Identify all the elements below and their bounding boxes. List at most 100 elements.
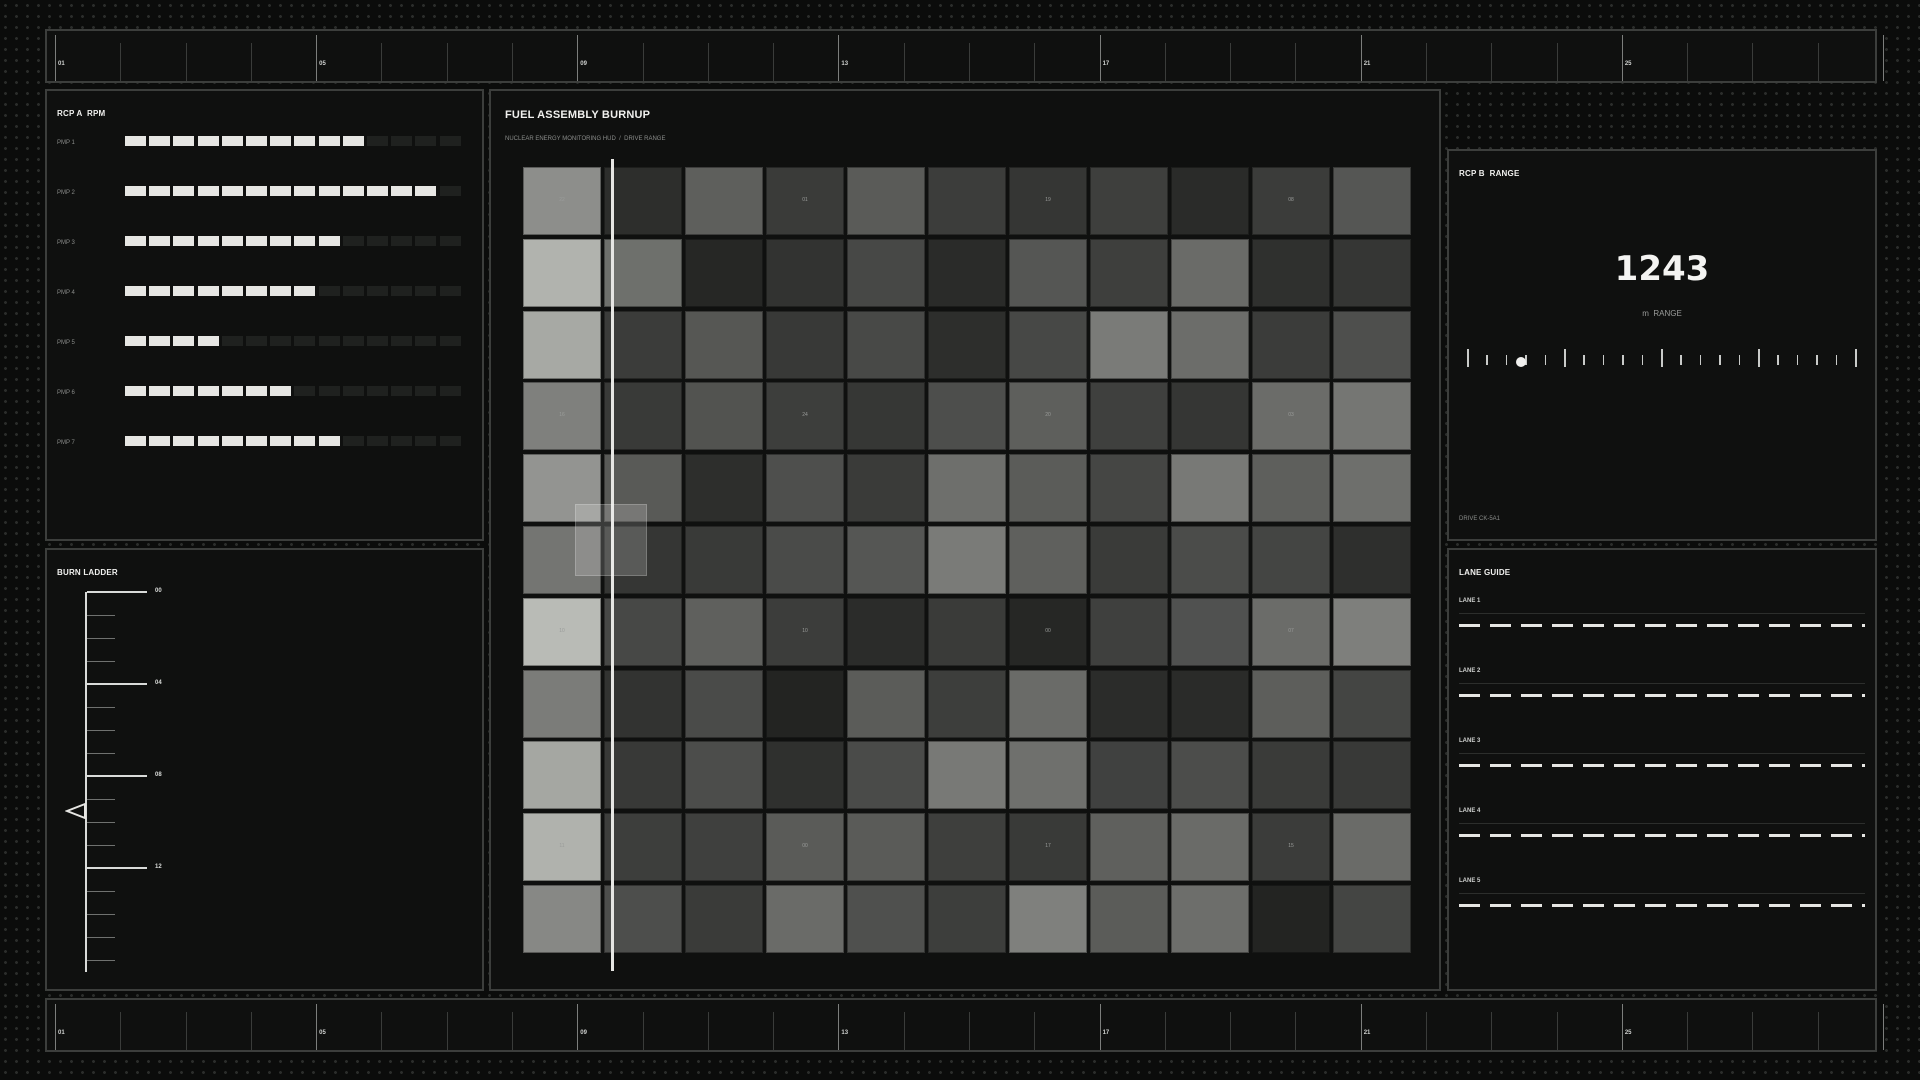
assembly-cell[interactable] [1009,526,1087,594]
assembly-cell[interactable] [928,382,1006,451]
assembly-cell[interactable] [847,669,925,738]
assembly-cell[interactable] [1252,669,1330,738]
assembly-cell[interactable] [604,310,682,379]
assembly-cell[interactable] [1333,382,1411,451]
assembly-cell[interactable] [766,238,844,307]
assembly-cell[interactable] [1171,238,1249,307]
assembly-cell[interactable] [766,885,844,953]
assembly-cell[interactable] [1171,885,1249,953]
assembly-cell[interactable] [928,526,1006,594]
assembly-cell[interactable] [847,382,925,451]
assembly-cell[interactable] [604,597,682,666]
assembly-cell[interactable] [523,310,601,379]
assembly-cell[interactable] [1090,167,1168,235]
assembly-cell[interactable] [1171,382,1249,451]
assembly-cell[interactable] [847,885,925,953]
assembly-cell[interactable] [928,454,1006,523]
range-dial[interactable] [1467,347,1859,377]
assembly-cell[interactable] [1252,238,1330,307]
assembly-cell[interactable] [1171,669,1249,738]
assembly-cell[interactable] [1009,669,1087,738]
assembly-cell[interactable] [847,310,925,379]
assembly-cell[interactable] [1171,597,1249,666]
assembly-cell[interactable] [1090,310,1168,379]
assembly-cell[interactable] [1090,454,1168,523]
assembly-cell[interactable] [847,813,925,882]
assembly-cell[interactable] [928,167,1006,235]
assembly-cell[interactable] [1333,310,1411,379]
assembly-cell[interactable] [847,741,925,810]
assembly-cell[interactable] [1090,526,1168,594]
assembly-cell[interactable] [1252,454,1330,523]
assembly-cell[interactable] [523,669,601,738]
assembly-cell[interactable] [523,741,601,810]
assembly-cell[interactable] [1171,813,1249,882]
assembly-cell[interactable] [1171,167,1249,235]
assembly-cell[interactable] [928,813,1006,882]
assembly-cell[interactable] [766,741,844,810]
assembly-cell[interactable] [1171,526,1249,594]
assembly-cell[interactable] [1333,454,1411,523]
assembly-cell[interactable] [1009,238,1087,307]
lane-dash-line[interactable] [1459,694,1865,697]
assembly-cell[interactable] [685,669,763,738]
assembly-cell[interactable] [685,454,763,523]
assembly-cell[interactable] [1171,741,1249,810]
assembly-cell[interactable] [1090,382,1168,451]
assembly-cell[interactable] [847,238,925,307]
assembly-cell[interactable] [685,167,763,235]
assembly-cell[interactable] [685,310,763,379]
assembly-cell[interactable] [523,885,601,953]
assembly-cell[interactable] [1090,238,1168,307]
assembly-cell[interactable] [604,167,682,235]
assembly-cell[interactable] [604,669,682,738]
assembly-cell[interactable] [685,526,763,594]
assembly-cell[interactable] [1333,669,1411,738]
assembly-cell[interactable] [1009,310,1087,379]
assembly-cell[interactable] [685,741,763,810]
assembly-cell[interactable] [604,741,682,810]
lane-dash-line[interactable] [1459,834,1865,837]
assembly-cell[interactable] [766,669,844,738]
ladder-marker-icon[interactable] [64,802,87,824]
assembly-cell[interactable] [1252,885,1330,953]
assembly-cell[interactable] [847,167,925,235]
assembly-cell[interactable] [604,885,682,953]
assembly-cell[interactable] [766,526,844,594]
assembly-cell[interactable] [1333,885,1411,953]
lane-dash-line[interactable] [1459,624,1865,627]
assembly-cell[interactable] [847,526,925,594]
assembly-cell[interactable] [1171,454,1249,523]
assembly-cell[interactable] [1333,597,1411,666]
dial-indicator[interactable] [1516,357,1527,367]
assembly-cell[interactable] [928,669,1006,738]
assembly-cell[interactable] [523,238,601,307]
assembly-cell[interactable] [685,382,763,451]
assembly-cell[interactable] [928,741,1006,810]
assembly-cell[interactable] [1333,238,1411,307]
assembly-cell[interactable] [1252,526,1330,594]
assembly-cell[interactable] [604,813,682,882]
assembly-cell[interactable] [1009,885,1087,953]
assembly-cell[interactable] [685,813,763,882]
assembly-cell[interactable] [1333,741,1411,810]
assembly-cell[interactable] [604,382,682,451]
assembly-cell[interactable] [1333,813,1411,882]
assembly-cell[interactable] [766,310,844,379]
assembly-cell[interactable] [928,885,1006,953]
assembly-cell[interactable] [928,238,1006,307]
assembly-cell[interactable] [1090,669,1168,738]
assembly-cell[interactable] [685,885,763,953]
assembly-cell[interactable] [1009,454,1087,523]
assembly-cell[interactable] [1009,741,1087,810]
lane-dash-line[interactable] [1459,904,1865,907]
lane-dash-line[interactable] [1459,764,1865,767]
assembly-cell[interactable] [1090,813,1168,882]
assembly-cell[interactable] [1252,741,1330,810]
assembly-cell[interactable] [1090,597,1168,666]
assembly-cell[interactable] [1090,885,1168,953]
assembly-cell[interactable] [766,454,844,523]
assembly-cell[interactable] [928,597,1006,666]
assembly-cell[interactable] [685,238,763,307]
assembly-cell[interactable] [685,597,763,666]
